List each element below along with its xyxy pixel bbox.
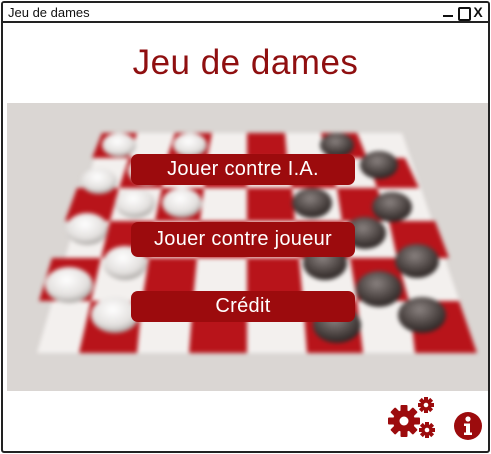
maximize-button[interactable]: [457, 5, 471, 21]
window-controls: X: [442, 4, 484, 21]
title-bar: Jeu de dames X: [3, 3, 488, 23]
minimize-button[interactable]: [442, 5, 454, 19]
gears-icon[interactable]: [387, 396, 437, 440]
page-title: Jeu de dames: [132, 43, 359, 82]
close-button[interactable]: X: [472, 5, 484, 19]
play-vs-player-button[interactable]: Jouer contre joueur: [131, 222, 355, 257]
window-title: Jeu de dames: [8, 4, 90, 20]
info-icon[interactable]: [453, 411, 483, 441]
credits-button[interactable]: Crédit: [131, 291, 355, 322]
app-window: Jeu de dames X Jeu de dames Jouer contre…: [1, 1, 490, 453]
play-vs-ai-button[interactable]: Jouer contre I.A.: [131, 154, 355, 185]
